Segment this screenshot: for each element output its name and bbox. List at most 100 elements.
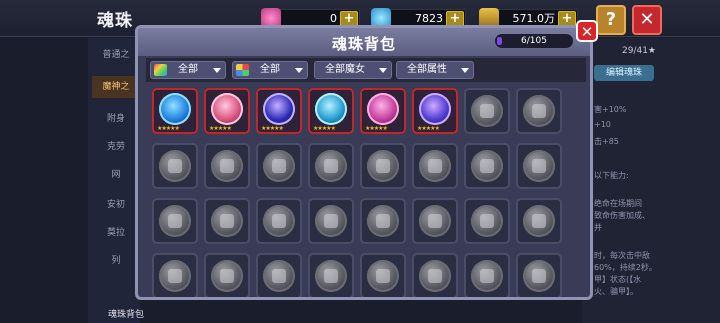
soul-orb-icon bbox=[367, 93, 399, 125]
soul-orb-slot-locked[interactable] bbox=[516, 198, 562, 244]
soul-orb-icon bbox=[471, 150, 503, 182]
detail-line: 甲】状态(【水 bbox=[594, 275, 642, 284]
soul-orb-slot-locked[interactable] bbox=[516, 143, 562, 189]
element-grid-icon bbox=[236, 64, 249, 76]
sidebar-item-5[interactable]: 安初 bbox=[92, 194, 140, 216]
orb-glyph-icon bbox=[480, 214, 494, 228]
star-rating: ★★★★★ bbox=[417, 125, 440, 132]
detail-line: 击+85 bbox=[594, 137, 619, 146]
detail-line: 火、骗甲】。 bbox=[594, 287, 638, 296]
soul-orb-slot-locked[interactable] bbox=[464, 88, 510, 134]
filter-label: 全部 bbox=[260, 64, 280, 75]
soul-orb-icon bbox=[367, 260, 399, 292]
soul-orb-slot-locked[interactable] bbox=[516, 88, 562, 134]
capacity-bar bbox=[497, 37, 502, 45]
soul-orb-icon bbox=[263, 260, 295, 292]
orb-glyph-icon bbox=[272, 214, 286, 228]
soul-orb-slot-owned[interactable]: ★★★★★ bbox=[308, 88, 354, 134]
orb-glyph-icon bbox=[428, 159, 442, 173]
close-dialog-button[interactable]: ✕ bbox=[576, 20, 598, 42]
sidebar-item-0[interactable]: 普通之 bbox=[92, 44, 140, 66]
soul-orb-slot-locked[interactable] bbox=[360, 253, 406, 297]
soul-orb-slot-locked[interactable] bbox=[256, 198, 302, 244]
orb-glyph-icon bbox=[168, 159, 182, 173]
filter-bar: 全部 全部 全部魔女 全部属性 bbox=[146, 58, 586, 82]
filter-dropdown-witch[interactable]: 全部魔女 bbox=[314, 61, 392, 79]
orb-glyph-icon bbox=[480, 159, 494, 173]
soul-orb-slot-locked[interactable] bbox=[204, 198, 250, 244]
orb-glyph-icon bbox=[532, 159, 546, 173]
soul-orb-bag-dialog: 魂珠背包 6/105 全部 全部 全部魔女 全部属性 ★★★★★ ★★★★★ ★★★… bbox=[135, 25, 593, 300]
orb-glyph-icon bbox=[532, 214, 546, 228]
filter-label: 全部属性 bbox=[407, 64, 447, 75]
orb-glyph-icon bbox=[220, 159, 234, 173]
soul-orb-icon bbox=[263, 205, 295, 237]
bottom-tab-label[interactable]: 魂珠背包 bbox=[108, 307, 144, 320]
exit-button[interactable]: ✕ bbox=[632, 5, 662, 35]
sidebar-item-6[interactable]: 莫拉 bbox=[92, 222, 140, 244]
soul-orb-slot-locked[interactable] bbox=[412, 143, 458, 189]
filter-label: 全部 bbox=[178, 64, 198, 75]
soul-orb-slot-locked[interactable] bbox=[308, 143, 354, 189]
orb-glyph-icon bbox=[324, 159, 338, 173]
detail-line: 以下能力: bbox=[594, 171, 629, 180]
soul-orb-slot-locked[interactable] bbox=[152, 143, 198, 189]
soul-orb-icon bbox=[419, 150, 451, 182]
soul-orb-icon bbox=[523, 150, 555, 182]
soul-orb-slot-locked[interactable] bbox=[256, 143, 302, 189]
sidebar-item-1[interactable]: 魔神之 bbox=[92, 76, 140, 98]
soul-orb-slot-locked[interactable] bbox=[360, 198, 406, 244]
star-rating: ★★★★★ bbox=[209, 125, 232, 132]
sidebar-item-4[interactable]: 网 bbox=[92, 164, 140, 186]
soul-orb-slot-owned[interactable]: ★★★★★ bbox=[360, 88, 406, 134]
filter-label: 全部魔女 bbox=[325, 64, 365, 75]
soul-orb-slot-locked[interactable] bbox=[412, 253, 458, 297]
edit-orb-button[interactable]: 编辑魂珠 bbox=[594, 65, 654, 81]
orb-glyph-icon bbox=[324, 214, 338, 228]
soul-orb-slot-locked[interactable] bbox=[256, 253, 302, 297]
soul-orb-slot-locked[interactable] bbox=[308, 198, 354, 244]
soul-orb-icon bbox=[315, 93, 347, 125]
help-button[interactable]: ? bbox=[596, 5, 626, 35]
soul-orb-icon bbox=[471, 205, 503, 237]
soul-orb-icon bbox=[159, 205, 191, 237]
soul-orb-icon bbox=[159, 93, 191, 125]
soul-orb-slot-locked[interactable] bbox=[516, 253, 562, 297]
chevron-down-icon bbox=[379, 68, 387, 73]
detail-line: 60%，持续2秒。 bbox=[594, 263, 657, 272]
soul-orb-slot-locked[interactable] bbox=[204, 143, 250, 189]
sidebar-item-2[interactable]: 附身 bbox=[92, 108, 140, 130]
orb-glyph-icon bbox=[324, 269, 338, 283]
soul-orb-slot-locked[interactable] bbox=[152, 198, 198, 244]
soul-orb-slot-locked[interactable] bbox=[412, 198, 458, 244]
soul-orb-slot-owned[interactable]: ★★★★★ bbox=[256, 88, 302, 134]
soul-orb-slot-locked[interactable] bbox=[464, 253, 510, 297]
gem-count: 0 bbox=[330, 11, 337, 25]
filter-dropdown-quality[interactable]: 全部 bbox=[150, 61, 226, 79]
soul-orb-slot-owned[interactable]: ★★★★★ bbox=[412, 88, 458, 134]
soul-orb-slot-locked[interactable] bbox=[464, 198, 510, 244]
star-rating: ★★★★★ bbox=[365, 125, 388, 132]
soul-orb-icon bbox=[159, 150, 191, 182]
soul-orb-icon bbox=[367, 150, 399, 182]
soul-orb-slot-owned[interactable]: ★★★★★ bbox=[204, 88, 250, 134]
orb-glyph-icon bbox=[168, 269, 182, 283]
capacity-text: 6/105 bbox=[521, 36, 547, 46]
detail-line: 并 bbox=[594, 223, 602, 232]
soul-orb-slot-owned[interactable]: ★★★★★ bbox=[152, 88, 198, 134]
chevron-down-icon bbox=[295, 68, 303, 73]
sidebar-item-3[interactable]: 克劳 bbox=[92, 136, 140, 158]
sidebar-item-7[interactable]: 列 bbox=[92, 250, 140, 272]
soul-orb-icon bbox=[211, 150, 243, 182]
orb-glyph-icon bbox=[220, 269, 234, 283]
soul-orb-slot-locked[interactable] bbox=[152, 253, 198, 297]
filter-dropdown-attribute[interactable]: 全部属性 bbox=[396, 61, 474, 79]
detail-line: 致命伤害加成、 bbox=[594, 211, 650, 220]
filter-dropdown-element[interactable]: 全部 bbox=[232, 61, 308, 79]
soul-orb-slot-locked[interactable] bbox=[360, 143, 406, 189]
orb-glyph-icon bbox=[480, 269, 494, 283]
chevron-down-icon bbox=[461, 68, 469, 73]
soul-orb-slot-locked[interactable] bbox=[464, 143, 510, 189]
soul-orb-slot-locked[interactable] bbox=[204, 253, 250, 297]
soul-orb-slot-locked[interactable] bbox=[308, 253, 354, 297]
